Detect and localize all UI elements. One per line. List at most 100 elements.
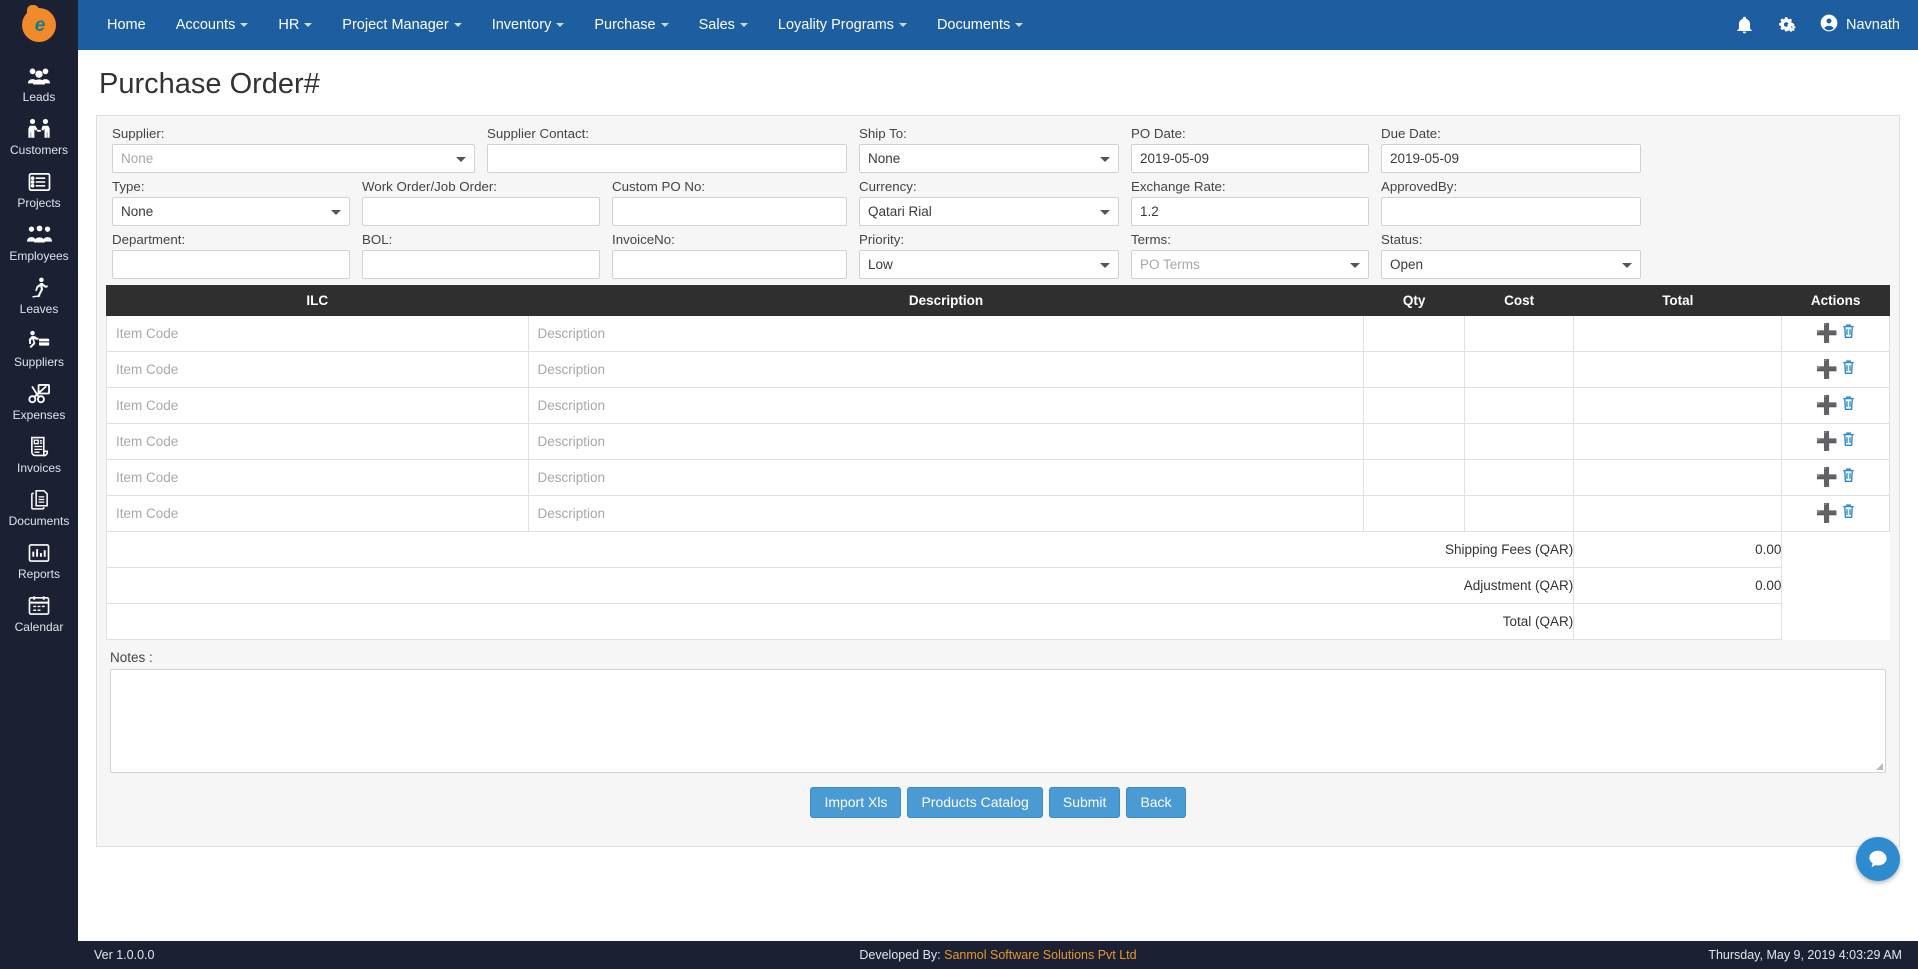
cell-description[interactable]: Description bbox=[527, 315, 1365, 352]
cell-qty[interactable] bbox=[1363, 387, 1465, 424]
nav-item-project-manager[interactable]: Project Manager bbox=[327, 0, 476, 50]
cell-cost[interactable] bbox=[1463, 423, 1575, 460]
cell-qty[interactable] bbox=[1363, 315, 1465, 352]
sidebar-item-leads[interactable]: Leads bbox=[0, 56, 78, 109]
qty-input[interactable] bbox=[1364, 497, 1463, 531]
cell-ilc[interactable]: Item Code bbox=[106, 351, 529, 388]
cost-input[interactable] bbox=[1465, 317, 1573, 351]
plus-icon[interactable]: ➕ bbox=[1815, 468, 1837, 486]
ilc-input[interactable]: Item Code bbox=[107, 497, 528, 531]
sidebar-item-leaves[interactable]: Leaves bbox=[0, 268, 78, 321]
status-select[interactable]: Open bbox=[1381, 250, 1641, 279]
cost-input[interactable] bbox=[1465, 353, 1573, 387]
trash-icon[interactable] bbox=[1841, 467, 1856, 486]
trash-icon[interactable] bbox=[1841, 395, 1856, 414]
cell-total[interactable] bbox=[1573, 315, 1783, 352]
cell-qty[interactable] bbox=[1363, 423, 1465, 460]
user-menu[interactable]: Navnath bbox=[1819, 13, 1900, 37]
bol-input[interactable] bbox=[362, 250, 600, 279]
qty-input[interactable] bbox=[1364, 461, 1463, 495]
qty-input[interactable] bbox=[1364, 389, 1463, 423]
cell-description[interactable]: Description bbox=[527, 495, 1365, 532]
notes-textarea[interactable] bbox=[110, 669, 1886, 773]
products-catalog-button[interactable]: Products Catalog bbox=[907, 787, 1043, 819]
nav-item-accounts[interactable]: Accounts bbox=[161, 0, 264, 50]
description-input[interactable]: Description bbox=[529, 461, 1364, 495]
department-input[interactable] bbox=[112, 250, 350, 279]
total-input[interactable] bbox=[1574, 497, 1781, 531]
shipping-fees-value[interactable]: 0.00 bbox=[1573, 531, 1783, 568]
nav-item-inventory[interactable]: Inventory bbox=[477, 0, 580, 50]
gears-icon[interactable] bbox=[1776, 16, 1797, 35]
custom-po-no-input[interactable] bbox=[612, 197, 847, 226]
description-input[interactable]: Description bbox=[529, 389, 1364, 423]
total-input[interactable] bbox=[1574, 461, 1781, 495]
cell-total[interactable] bbox=[1573, 495, 1783, 532]
ilc-input[interactable]: Item Code bbox=[107, 389, 528, 423]
cell-cost[interactable] bbox=[1463, 495, 1575, 532]
cell-total[interactable] bbox=[1573, 459, 1783, 496]
cell-total[interactable] bbox=[1573, 387, 1783, 424]
nav-item-sales[interactable]: Sales bbox=[684, 0, 763, 50]
cell-description[interactable]: Description bbox=[527, 423, 1365, 460]
cell-cost[interactable] bbox=[1463, 387, 1575, 424]
description-input[interactable]: Description bbox=[529, 353, 1364, 387]
ilc-input[interactable]: Item Code bbox=[107, 461, 528, 495]
cell-cost[interactable] bbox=[1463, 315, 1575, 352]
supplier-contact-input[interactable] bbox=[487, 144, 847, 173]
terms-select[interactable]: PO Terms bbox=[1131, 250, 1369, 279]
trash-icon[interactable] bbox=[1841, 431, 1856, 450]
description-input[interactable]: Description bbox=[529, 317, 1364, 351]
trash-icon[interactable] bbox=[1841, 323, 1856, 342]
ilc-input[interactable]: Item Code bbox=[107, 353, 528, 387]
trash-icon[interactable] bbox=[1841, 359, 1856, 378]
sidebar-item-customers[interactable]: Customers bbox=[0, 109, 78, 162]
cell-description[interactable]: Description bbox=[527, 351, 1365, 388]
nav-item-documents[interactable]: Documents bbox=[922, 0, 1038, 50]
developer-link[interactable]: Sanmol Software Solutions Pvt Ltd bbox=[944, 948, 1136, 962]
total-input[interactable] bbox=[1574, 389, 1781, 423]
sidebar-item-calendar[interactable]: Calendar bbox=[0, 586, 78, 639]
plus-icon[interactable]: ➕ bbox=[1815, 432, 1837, 450]
brand-logo-icon[interactable]: e bbox=[22, 5, 56, 42]
plus-icon[interactable]: ➕ bbox=[1815, 504, 1837, 522]
po-date-input[interactable]: 2019-05-09 bbox=[1131, 144, 1369, 173]
cost-input[interactable] bbox=[1465, 389, 1573, 423]
plus-icon[interactable]: ➕ bbox=[1815, 396, 1837, 414]
cell-qty[interactable] bbox=[1363, 495, 1465, 532]
ilc-input[interactable]: Item Code bbox=[107, 317, 528, 351]
cell-total[interactable] bbox=[1573, 423, 1783, 460]
sidebar-item-suppliers[interactable]: Suppliers bbox=[0, 321, 78, 374]
cell-qty[interactable] bbox=[1363, 459, 1465, 496]
type-select[interactable]: None bbox=[112, 197, 350, 226]
approved-by-input[interactable] bbox=[1381, 197, 1641, 226]
back-button[interactable]: Back bbox=[1126, 787, 1186, 819]
adjustment-value[interactable]: 0.00 bbox=[1573, 567, 1783, 604]
currency-select[interactable]: Qatari Rial bbox=[859, 197, 1119, 226]
sidebar-item-expenses[interactable]: Expenses bbox=[0, 374, 78, 427]
plus-icon[interactable]: ➕ bbox=[1815, 324, 1837, 342]
cell-cost[interactable] bbox=[1463, 351, 1575, 388]
ilc-input[interactable]: Item Code bbox=[107, 425, 528, 459]
cell-ilc[interactable]: Item Code bbox=[106, 315, 529, 352]
total-input[interactable] bbox=[1574, 317, 1781, 351]
nav-item-hr[interactable]: HR bbox=[263, 0, 327, 50]
plus-icon[interactable]: ➕ bbox=[1815, 360, 1837, 378]
invoice-no-input[interactable] bbox=[612, 250, 847, 279]
cell-ilc[interactable]: Item Code bbox=[106, 423, 529, 460]
cell-qty[interactable] bbox=[1363, 351, 1465, 388]
nav-item-loyality-programs[interactable]: Loyality Programs bbox=[763, 0, 922, 50]
import-xls-button[interactable]: Import Xls bbox=[810, 787, 902, 819]
sidebar-item-documents[interactable]: Documents bbox=[0, 480, 78, 533]
cost-input[interactable] bbox=[1465, 425, 1573, 459]
submit-button[interactable]: Submit bbox=[1048, 787, 1121, 819]
cell-total[interactable] bbox=[1573, 351, 1783, 388]
cost-input[interactable] bbox=[1465, 461, 1573, 495]
exchange-rate-input[interactable]: 1.2 bbox=[1131, 197, 1369, 226]
supplier-select[interactable]: None bbox=[112, 144, 475, 173]
total-input[interactable] bbox=[1574, 353, 1781, 387]
cell-ilc[interactable]: Item Code bbox=[106, 387, 529, 424]
sidebar-item-reports[interactable]: Reports bbox=[0, 533, 78, 586]
qty-input[interactable] bbox=[1364, 317, 1463, 351]
work-order-input[interactable] bbox=[362, 197, 600, 226]
